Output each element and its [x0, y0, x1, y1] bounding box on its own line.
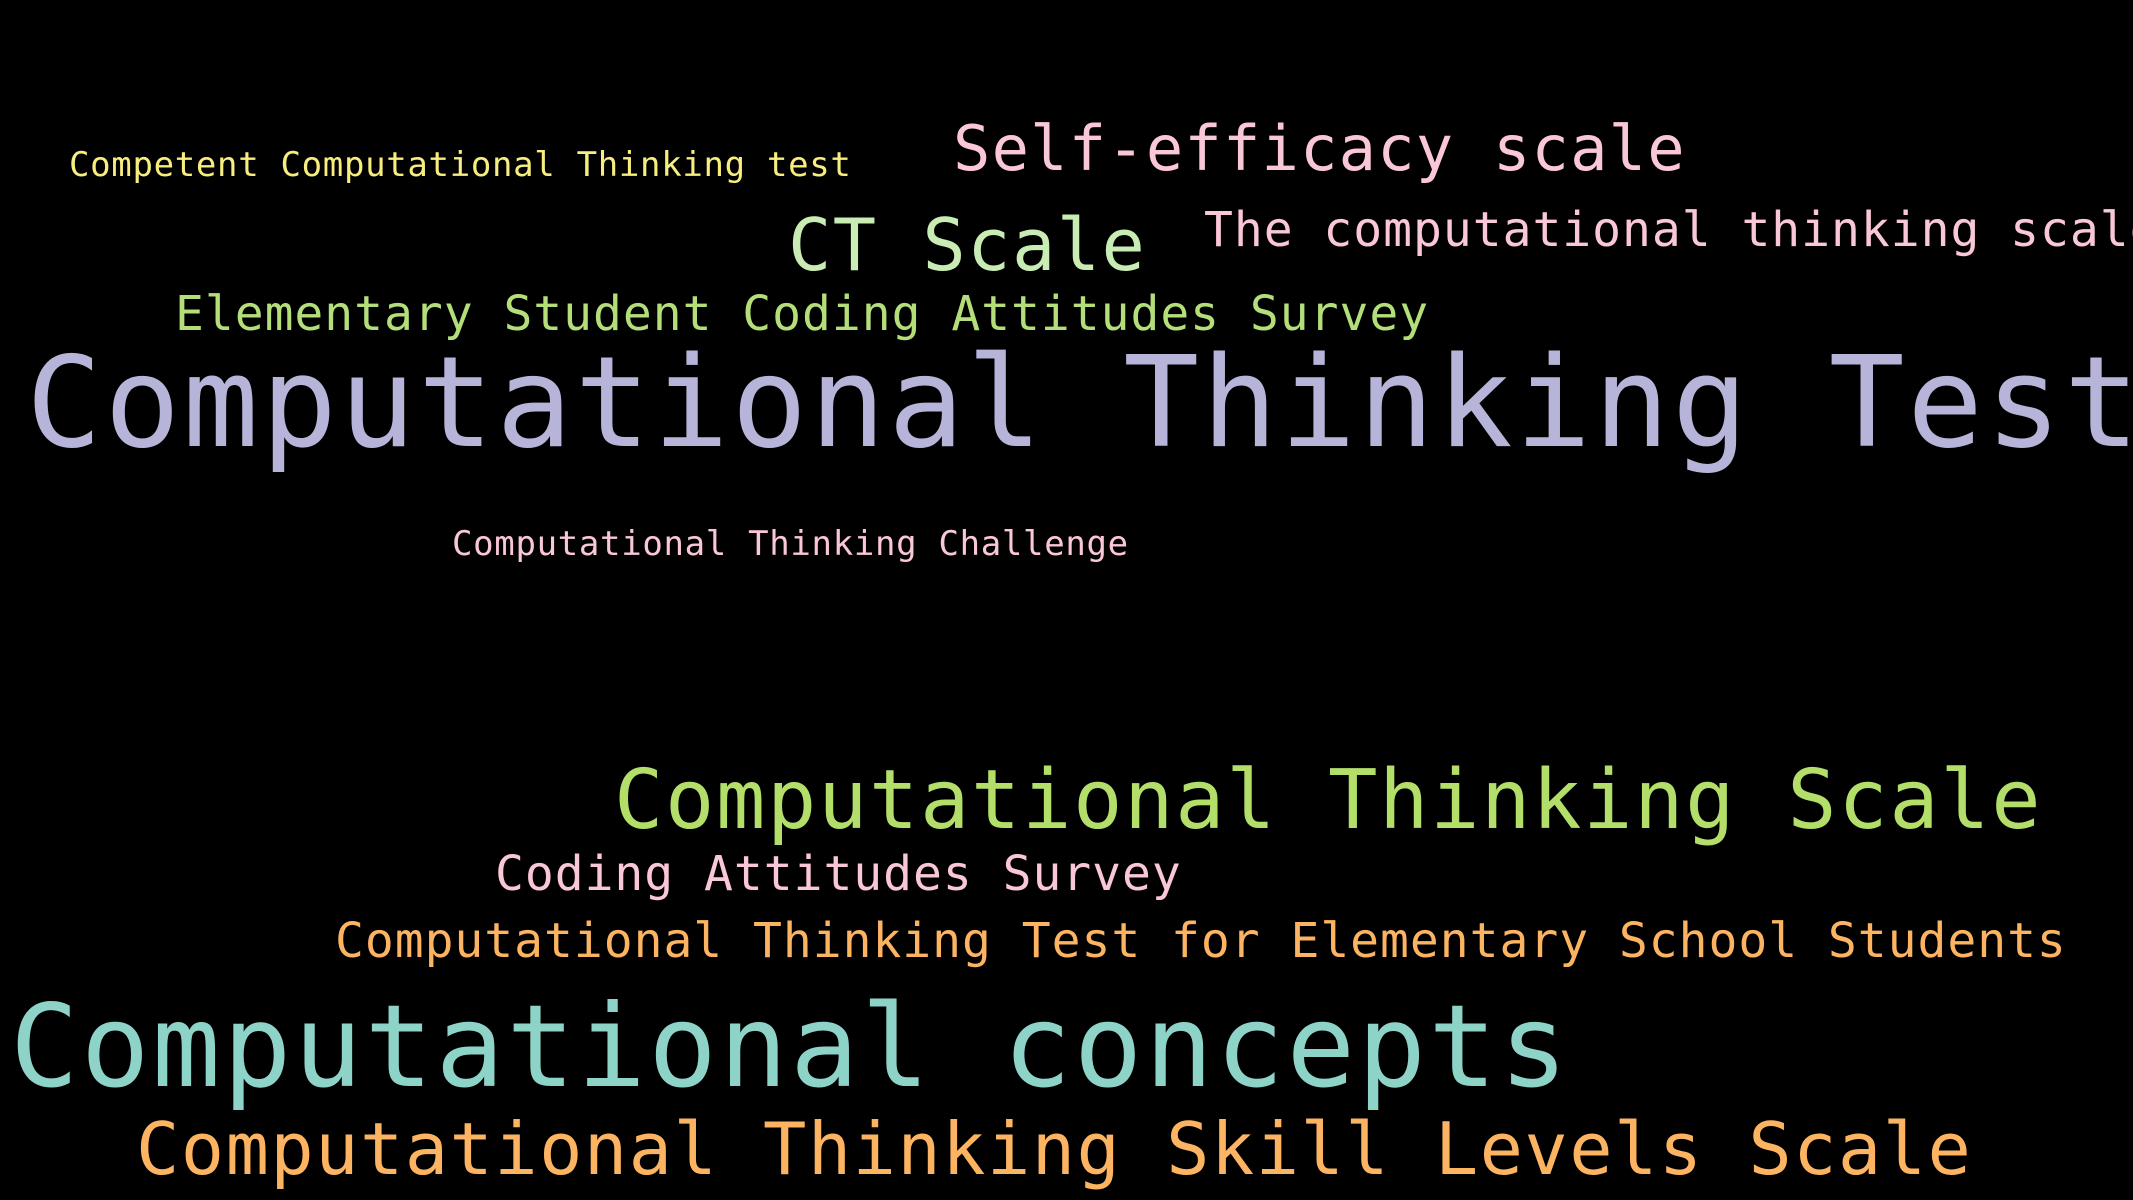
word-competent-computational-thinking-test: Competent Computational Thinking test — [69, 145, 852, 185]
word-computational-thinking-test-elementary: Computational Thinking Test for Elementa… — [335, 913, 2067, 969]
word-self-efficacy-scale: Self-efficacy scale — [953, 112, 1686, 185]
word-computational-concepts: Computational concepts — [10, 980, 1571, 1113]
word-coding-attitudes-survey: Coding Attitudes Survey — [495, 846, 1182, 902]
word-ct-scale: CT Scale — [788, 203, 1147, 287]
word-the-computational-thinking-scale: The computational thinking scale — [1204, 202, 2133, 258]
word-computational-thinking-challenge: Computational Thinking Challenge — [452, 524, 1129, 564]
word-computational-thinking-scale: Computational Thinking Scale — [614, 753, 2043, 848]
word-cloud: Competent Computational Thinking test Se… — [0, 0, 2133, 1200]
word-computational-thinking-test: Computational Thinking Test — [26, 329, 2133, 476]
word-computational-thinking-skill-levels-scale: Computational Thinking Skill Levels Scal… — [136, 1107, 1973, 1191]
